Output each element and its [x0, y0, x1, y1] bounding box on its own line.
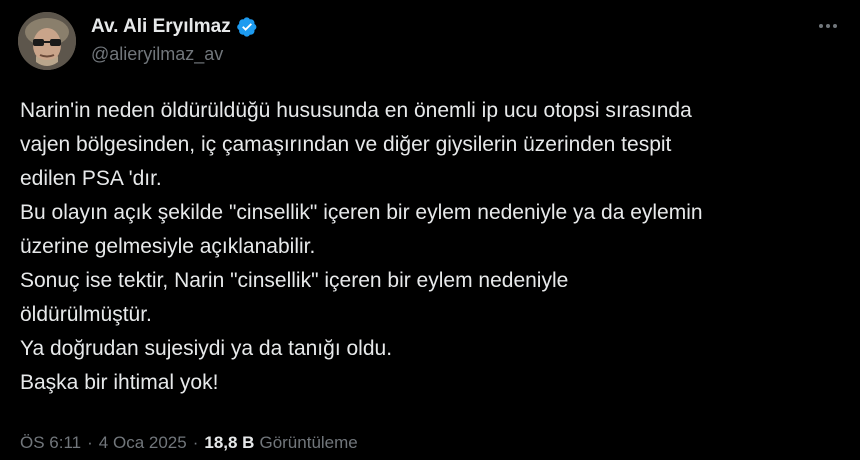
tweet-text-line: Narin'in neden öldürüldüğü hususunda en … — [20, 99, 692, 122]
tweet-text-line: Ya doğrudan sujesiydi ya da tanığı oldu. — [20, 337, 393, 360]
tweet-text-line: vajen bölgesinden, iç çamaşırından ve di… — [20, 133, 672, 156]
meta-separator: · — [87, 433, 93, 452]
tweet-text-line: Bu olayın açık şekilde "cinsellik" içere… — [20, 201, 703, 224]
meta-separator: · — [192, 433, 199, 452]
tweet-date[interactable]: 4 Oca 2025 — [99, 433, 187, 453]
more-horizontal-icon-dot — [826, 24, 830, 28]
more-options-button[interactable] — [814, 14, 842, 38]
tweet-text-line: edilen PSA 'dır. — [20, 167, 162, 190]
tweet-text-line: öldürülmüştür. — [20, 303, 152, 326]
more-horizontal-icon-dot — [833, 24, 837, 28]
author-display-name[interactable]: Av. Ali Eryılmaz — [91, 16, 231, 38]
tweet-time[interactable]: ÖS 6:11 — [20, 433, 81, 453]
views-label: Görüntüleme — [259, 433, 358, 452]
avatar[interactable] — [18, 12, 76, 70]
more-horizontal-icon — [819, 24, 823, 28]
tweet-text-line: Sonuç ise tektir, Narin "cinsellik" içer… — [20, 269, 569, 292]
tweet: Av. Ali Eryılmaz @alieryilmaz_av Narin'i… — [0, 0, 860, 460]
author-name-row: Av. Ali Eryılmaz — [91, 14, 258, 40]
verified-badge-icon — [236, 17, 257, 37]
views-count[interactable]: 18,8 B — [204, 433, 254, 453]
avatar-image — [18, 12, 76, 70]
author-handle[interactable]: @alieryilmaz_av — [91, 44, 223, 65]
tweet-text-line: üzerine gelmesiyle açıklanabilir. — [20, 235, 316, 258]
tweet-text-line: Başka bir ihtimal yok! — [20, 371, 219, 394]
tweet-meta: ÖS 6:11 · 4 Oca 2025 · 18,8 B Görüntülem… — [20, 433, 358, 453]
tweet-text: Narin'in neden öldürüldüğü hususunda en … — [20, 94, 850, 400]
